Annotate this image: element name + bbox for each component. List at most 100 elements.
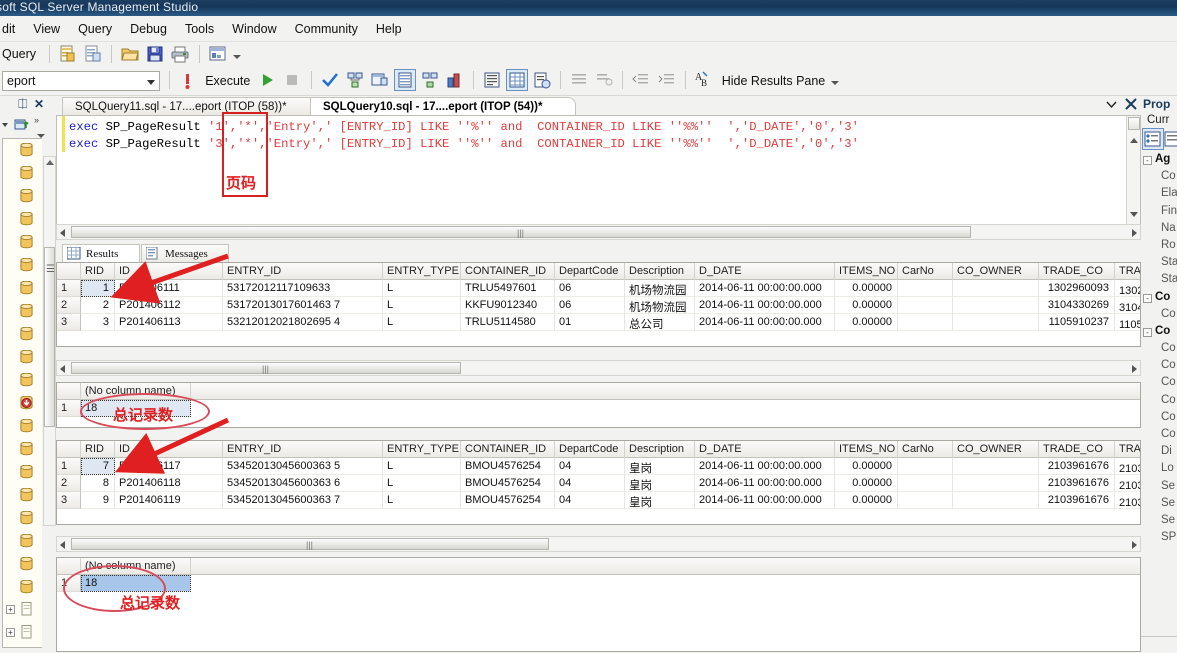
table-cell-carno[interactable]: [898, 458, 953, 475]
object-explorer-node[interactable]: [3, 438, 42, 461]
sql-editor[interactable]: exec SP_PageResult '1','*','Entry',' [EN…: [56, 115, 1141, 226]
tab-messages[interactable]: Messages: [141, 244, 229, 262]
scrollbar-thumb[interactable]: |||: [71, 362, 461, 374]
object-explorer-node[interactable]: [3, 576, 42, 599]
table-cell-trade_name[interactable]: 2103961676 ;鞍: [1115, 492, 1140, 509]
grid-column-header-entry_type[interactable]: ENTRY_TYPE: [383, 263, 461, 280]
grid-column-header-co_owner[interactable]: CO_OWNER: [953, 263, 1039, 280]
grid-column-header-trade_co[interactable]: TRADE_CO: [1039, 441, 1115, 458]
table-cell-entry_id[interactable]: 53452013045600363 6: [223, 475, 383, 492]
grid-column-header-container_id[interactable]: CONTAINER_ID: [461, 441, 555, 458]
results-grid-2[interactable]: (No column name) 1 18: [56, 382, 1141, 428]
results-grid-4[interactable]: (No column name) 1 18: [56, 557, 1141, 652]
scroll-down-arrow-icon[interactable]: [1130, 212, 1138, 217]
scroll-right-arrow-icon[interactable]: [1132, 541, 1137, 549]
menu-item-view[interactable]: View: [24, 16, 69, 42]
toolbar-overflow-icon[interactable]: [232, 44, 242, 64]
object-explorer-node[interactable]: +: [3, 622, 42, 645]
properties-row[interactable]: Lo: [1143, 461, 1177, 478]
table-cell-description[interactable]: 皇岗: [625, 475, 695, 492]
table-cell-co_owner[interactable]: [953, 492, 1039, 509]
properties-row[interactable]: Di: [1143, 444, 1177, 461]
table-cell-d_date[interactable]: 2014-06-11 00:00:00.000: [695, 475, 835, 492]
grid-column-header-id[interactable]: ID: [115, 263, 223, 280]
grid-column-header-departcode[interactable]: DepartCode: [555, 263, 625, 280]
row-number-header[interactable]: 1: [57, 400, 81, 417]
grid-column-header-id[interactable]: ID: [115, 441, 223, 458]
object-explorer-node[interactable]: [3, 415, 42, 438]
object-explorer-node[interactable]: [3, 392, 42, 415]
table-cell-trade_co[interactable]: 2103961676: [1039, 475, 1115, 492]
grid-column-header-rid[interactable]: RID: [81, 441, 115, 458]
parse-check-icon[interactable]: [320, 70, 340, 90]
properties-row[interactable]: Ela: [1143, 186, 1177, 203]
table-cell-rid[interactable]: 3: [81, 314, 115, 331]
table-cell-description[interactable]: 皇岗: [625, 458, 695, 475]
grid-column-header-rid[interactable]: RID: [81, 263, 115, 280]
tree-expander-icon[interactable]: -: [1143, 156, 1152, 165]
table-cell-entry_type[interactable]: L: [383, 314, 461, 331]
table-cell-id[interactable]: P201406113: [115, 314, 223, 331]
scrollbar-thumb[interactable]: |||: [71, 538, 549, 550]
table-cell-entry_type[interactable]: L: [383, 458, 461, 475]
table-cell-trade_name[interactable]: 2103961676 ;鞍: [1115, 458, 1140, 475]
table-cell-entry_type[interactable]: L: [383, 280, 461, 297]
table-row[interactable]: 1 1 P201406111 53172012117109633 L TRLU549760…: [57, 280, 1140, 297]
table-cell-id[interactable]: P201406112: [115, 297, 223, 314]
table-cell-rid[interactable]: 2: [81, 297, 115, 314]
properties-row[interactable]: Co: [1143, 341, 1177, 358]
table-cell-entry_id[interactable]: 53172012117109633: [223, 280, 383, 297]
properties-row[interactable]: Co: [1143, 375, 1177, 392]
table-cell-description[interactable]: 机场物流园: [625, 280, 695, 297]
table-row[interactable]: 3 9 P201406119 53452013045600363 7 L BMOU4576…: [57, 492, 1140, 509]
properties-row[interactable]: Sta: [1143, 272, 1177, 289]
table-row[interactable]: 1 7 P201406117 53452013045600363 5 L BMOU4576…: [57, 458, 1140, 475]
table-cell-trade_name[interactable]: 1105910237 ;井: [1115, 314, 1140, 331]
new-file-icon[interactable]: [83, 44, 103, 64]
specify-values-icon[interactable]: AB: [694, 70, 714, 90]
object-explorer-node[interactable]: [3, 162, 42, 185]
include-client-statistics-icon[interactable]: [445, 70, 465, 90]
properties-row[interactable]: Se: [1143, 479, 1177, 496]
properties-row[interactable]: Ro: [1143, 238, 1177, 255]
table-cell-co_owner[interactable]: [953, 280, 1039, 297]
table-cell-carno[interactable]: [898, 314, 953, 331]
open-folder-icon[interactable]: [120, 44, 140, 64]
grid-column-header-description[interactable]: Description: [625, 441, 695, 458]
object-explorer-node[interactable]: +: [3, 599, 42, 622]
table-cell-d_date[interactable]: 2014-06-11 00:00:00.000: [695, 314, 835, 331]
tab-results[interactable]: Results: [62, 244, 140, 262]
menu-item-debug[interactable]: Debug: [121, 16, 176, 42]
table-cell-items_no[interactable]: 0.00000: [835, 297, 898, 314]
table-cell-departcode[interactable]: 04: [555, 492, 625, 509]
results-grid-1[interactable]: RID ID ENTRY_ID ENTRY_TYPE CONTAINER_ID Depar…: [56, 262, 1141, 347]
menu-item-query[interactable]: Query: [69, 16, 121, 42]
table-cell-entry_type[interactable]: L: [383, 475, 461, 492]
table-cell-container_id[interactable]: BMOU4576254: [461, 492, 555, 509]
categorized-view-icon[interactable]: [1142, 128, 1164, 150]
properties-row[interactable]: Co: [1143, 427, 1177, 444]
table-cell-description[interactable]: 皇岗: [625, 492, 695, 509]
object-explorer-node[interactable]: [3, 277, 42, 300]
scroll-right-arrow-icon[interactable]: [1132, 365, 1137, 373]
toolbar-overflow-icon[interactable]: [830, 70, 840, 90]
table-cell-items_no[interactable]: 0.00000: [835, 475, 898, 492]
table-cell-departcode[interactable]: 01: [555, 314, 625, 331]
results-to-grid-icon[interactable]: [393, 69, 416, 91]
table-cell-entry_id[interactable]: 53172013017601463 7: [223, 297, 383, 314]
table-cell-d_date[interactable]: 2014-06-11 00:00:00.000: [695, 280, 835, 297]
table-cell-rid[interactable]: 1: [81, 280, 115, 297]
chevron-down-icon[interactable]: [1106, 99, 1117, 113]
object-explorer-node[interactable]: [3, 484, 42, 507]
table-cell-items_no[interactable]: 0.00000: [835, 458, 898, 475]
row-number-header[interactable]: 1: [57, 280, 81, 297]
grid-corner-header[interactable]: [57, 263, 81, 280]
properties-row[interactable]: Co: [1143, 358, 1177, 375]
table-cell-departcode[interactable]: 06: [555, 297, 625, 314]
available-databases-combo[interactable]: eport: [2, 71, 160, 91]
table-cell-trade_name[interactable]: 3104330269 ;上: [1115, 297, 1140, 314]
table-row[interactable]: 2 2 P201406112 53172013017601463 7 L KKFU9012…: [57, 297, 1140, 314]
properties-group-row[interactable]: - Co: [1143, 324, 1177, 341]
scroll-up-arrow-icon[interactable]: [46, 160, 54, 165]
include-actual-plan-icon[interactable]: [420, 70, 440, 90]
